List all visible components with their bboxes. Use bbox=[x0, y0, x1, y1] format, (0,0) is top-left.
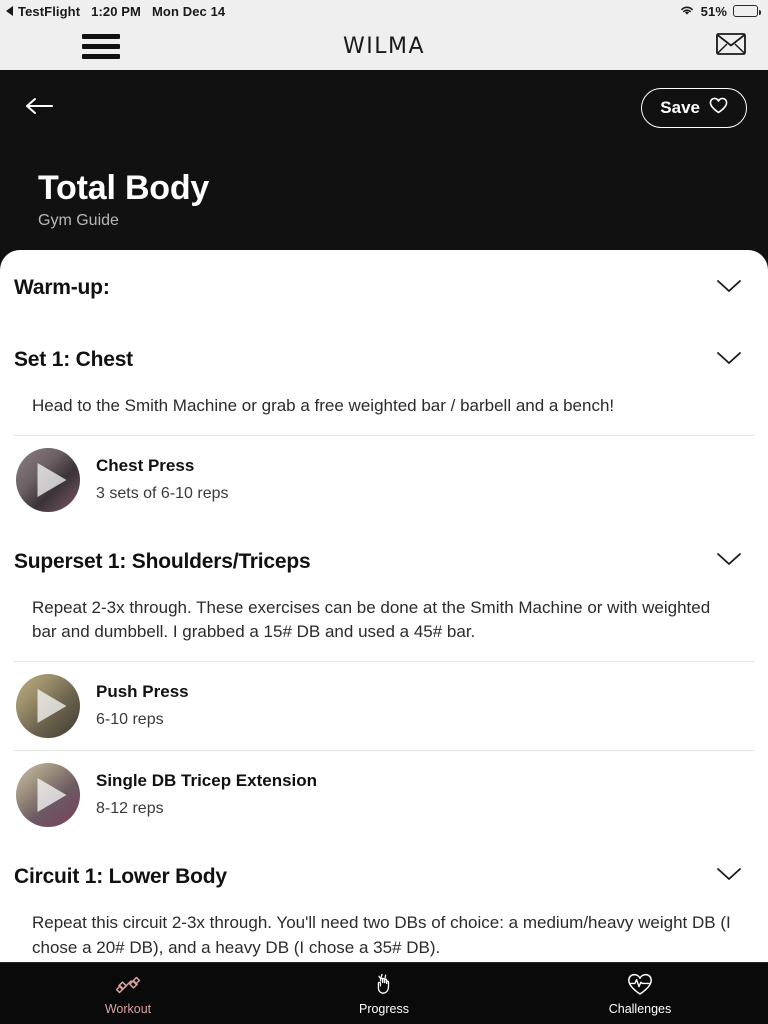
section-title: Superset 1: Shoulders/Triceps bbox=[14, 549, 311, 573]
sections-list: Warm-up: Set 1: Chest Head to the Smith Ma… bbox=[14, 250, 754, 962]
tab-progress-label: Progress bbox=[358, 1001, 410, 1016]
status-date: Mon Dec 14 bbox=[151, 3, 226, 19]
app-screen: TestFlight 1:20 PM Mon Dec 14 51% WILMA bbox=[0, 0, 768, 1024]
chevron-down-icon[interactable] bbox=[716, 279, 742, 298]
section-description: Repeat 2-3x through. These exercises can… bbox=[32, 597, 711, 642]
status-back-app-label[interactable]: TestFlight bbox=[18, 4, 80, 19]
section-title: Circuit 1: Lower Body bbox=[14, 864, 227, 888]
exercise-row[interactable]: Push Press 6-10 reps bbox=[14, 662, 754, 750]
play-icon bbox=[37, 688, 67, 723]
battery-percent-label: 51% bbox=[700, 3, 727, 19]
workout-section: Warm-up: bbox=[14, 250, 754, 322]
section-header[interactable]: Warm-up: bbox=[14, 250, 754, 322]
workout-section: Superset 1: Shoulders/Triceps Repeat 2-3x… bbox=[14, 524, 754, 839]
chevron-down-icon[interactable] bbox=[716, 351, 742, 370]
status-bar-left: TestFlight 1:20 PM Mon Dec 14 bbox=[6, 4, 225, 19]
page-subtitle: Gym Guide bbox=[38, 212, 119, 229]
exercise-thumbnail[interactable] bbox=[16, 762, 80, 827]
tab-challenges[interactable]: Challenges bbox=[512, 972, 768, 1016]
chevron-down-icon[interactable] bbox=[716, 867, 742, 886]
wifi-icon bbox=[679, 4, 695, 19]
tab-workout-label: Workout bbox=[104, 1001, 152, 1016]
dumbbell-icon bbox=[0, 972, 256, 998]
exercise-row[interactable]: Chest Press 3 sets of 6-10 reps bbox=[14, 436, 754, 524]
back-arrow-icon[interactable] bbox=[24, 96, 54, 121]
tab-progress[interactable]: Progress bbox=[256, 972, 512, 1016]
exercise-reps: 8-12 reps bbox=[96, 800, 164, 818]
ios-status-bar: TestFlight 1:20 PM Mon Dec 14 51% bbox=[0, 0, 768, 22]
tab-challenges-label: Challenges bbox=[608, 1001, 672, 1016]
save-button-label: Save bbox=[660, 98, 700, 117]
hamburger-menu-icon[interactable] bbox=[82, 33, 120, 59]
hero-toolbar: Save bbox=[24, 70, 747, 128]
exercise-thumbnail[interactable] bbox=[16, 673, 80, 738]
section-header[interactable]: Circuit 1: Lower Body bbox=[14, 839, 754, 911]
exercise-reps: 3 sets of 6-10 reps bbox=[96, 485, 229, 503]
battery-icon bbox=[733, 5, 761, 17]
tab-workout[interactable]: Workout bbox=[0, 972, 256, 1016]
section-title: Set 1: Chest bbox=[14, 348, 133, 371]
exercise-meta: Single DB Tricep Extension 8-12 reps bbox=[96, 771, 317, 818]
app-header-bar: WILMA bbox=[0, 22, 768, 70]
exercise-reps: 6-10 reps bbox=[96, 711, 164, 729]
status-bar-right: 51% bbox=[679, 3, 761, 19]
workout-section: Set 1: Chest Head to the Smith Machine or… bbox=[14, 322, 754, 524]
workout-hero: Save Total Body Gym Guide bbox=[0, 70, 768, 252]
exercise-name: Push Press bbox=[96, 682, 189, 702]
workout-content-card: Warm-up: Set 1: Chest Head to the Smith Ma… bbox=[0, 250, 768, 962]
heart-pulse-icon bbox=[512, 972, 768, 998]
play-icon bbox=[37, 462, 67, 497]
page-title: Total Body bbox=[38, 169, 210, 207]
status-time: 1:20 PM bbox=[91, 3, 141, 19]
exercise-thumbnail[interactable] bbox=[16, 447, 80, 512]
save-button[interactable]: Save bbox=[641, 88, 747, 128]
section-title: Warm-up: bbox=[14, 276, 110, 299]
exercise-meta: Chest Press 3 sets of 6-10 reps bbox=[96, 456, 229, 503]
section-header[interactable]: Set 1: Chest bbox=[14, 322, 754, 394]
status-back-triangle-icon[interactable] bbox=[6, 6, 13, 16]
envelope-icon[interactable] bbox=[716, 32, 746, 60]
clap-hands-icon bbox=[256, 972, 512, 998]
heart-outline-icon bbox=[709, 97, 728, 119]
bottom-tab-bar: Workout Progress Challenges bbox=[0, 962, 768, 1024]
section-description: Head to the Smith Machine or grab a free… bbox=[32, 396, 615, 415]
chevron-down-icon[interactable] bbox=[716, 552, 742, 571]
section-description: Repeat this circuit 2-3x through. You'll… bbox=[32, 912, 731, 957]
exercise-row[interactable]: Single DB Tricep Extension 8-12 reps bbox=[14, 751, 754, 839]
exercise-meta: Push Press 6-10 reps bbox=[96, 682, 189, 729]
section-header[interactable]: Superset 1: Shoulders/Triceps bbox=[14, 524, 754, 596]
workout-section: Circuit 1: Lower Body Repeat this circuit… bbox=[14, 839, 754, 962]
exercise-name: Single DB Tricep Extension bbox=[96, 771, 318, 791]
exercise-name: Chest Press bbox=[96, 456, 195, 476]
play-icon bbox=[37, 777, 67, 812]
